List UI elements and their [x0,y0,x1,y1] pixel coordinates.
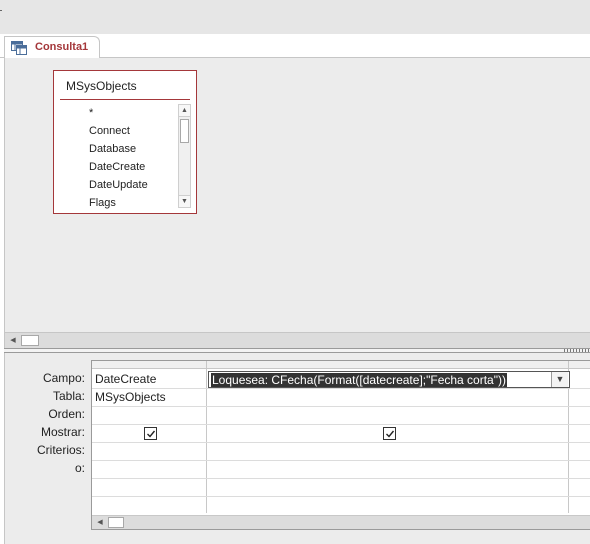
document-tab-bar: Consulta1 [0,34,590,59]
row-divider [92,496,590,497]
show-checkbox[interactable] [144,427,157,440]
field-item[interactable]: DateUpdate [60,176,176,194]
field-item[interactable]: * [60,104,176,122]
row-divider [92,406,590,407]
table-field-list[interactable]: MSysObjects * Connect Database DateCreat… [53,70,197,214]
design-grid-pane: Campo: Tabla: Orden: Mostrar: Criterios:… [4,353,590,544]
field-cell[interactable]: DateCreate [95,370,156,388]
checkmark-icon [147,430,156,438]
scroll-up-icon[interactable]: ▲ [179,105,190,117]
table-title[interactable]: MSysObjects [66,79,137,93]
row-divider [92,388,590,389]
divider [60,99,190,100]
row-label-campo: Campo: [42,371,85,385]
tab-consulta1[interactable]: Consulta1 [4,36,100,59]
field-list: * Connect Database DateCreate DateUpdate… [60,104,176,212]
row-label-criterios: Criterios: [36,443,85,457]
table-pane[interactable]: MSysObjects * Connect Database DateCreat… [4,58,590,332]
query-icon [11,41,27,55]
scroll-thumb[interactable] [21,335,39,346]
show-checkbox[interactable] [383,427,396,440]
ribbon-area [0,0,590,34]
field-item[interactable]: DateCreate [60,158,176,176]
column-selector-bar[interactable] [92,361,590,369]
row-label-mostrar: Mostrar: [40,425,85,439]
row-divider [92,460,590,461]
tab-label: Consulta1 [35,41,89,53]
row-label-orden: Orden: [48,407,85,421]
grid-hscrollbar[interactable]: ◀ [92,515,590,529]
chevron-down-icon[interactable]: ▼ [551,372,568,387]
scroll-down-icon[interactable]: ▼ [179,195,190,207]
selected-expression-text[interactable]: Loquesea: CFecha(Format([datecreate];"Fe… [211,373,507,387]
query-design-grid[interactable]: DateCreate MSysObjects Loquesea: CFecha(… [91,360,590,530]
row-label-tabla: Tabla: [52,389,85,403]
scroll-thumb[interactable] [180,119,189,143]
field-item[interactable]: Connect [60,122,176,140]
window-edge-mark [0,10,2,11]
checkmark-icon [386,430,395,438]
splitter-grip-icon[interactable] [564,349,590,352]
table-cell[interactable]: MSysObjects [95,388,166,406]
scroll-left-icon[interactable]: ◀ [7,335,19,346]
row-divider [92,478,590,479]
row-divider [92,424,590,425]
expression-field-input[interactable]: Loquesea: CFecha(Format([datecreate];"Fe… [208,371,570,388]
column-separator[interactable] [206,361,207,513]
scroll-left-icon[interactable]: ◀ [94,517,106,528]
field-item[interactable]: Flags [60,194,176,212]
row-divider [92,442,590,443]
row-labels: Campo: Tabla: Orden: Mostrar: Criterios:… [5,369,85,477]
scroll-thumb[interactable] [108,517,124,528]
row-label-o: o: [74,461,85,475]
field-item[interactable]: Database [60,140,176,158]
table-pane-hscrollbar[interactable]: ◀ [4,332,590,348]
field-list-scrollbar[interactable]: ▲ ▼ [178,104,191,208]
